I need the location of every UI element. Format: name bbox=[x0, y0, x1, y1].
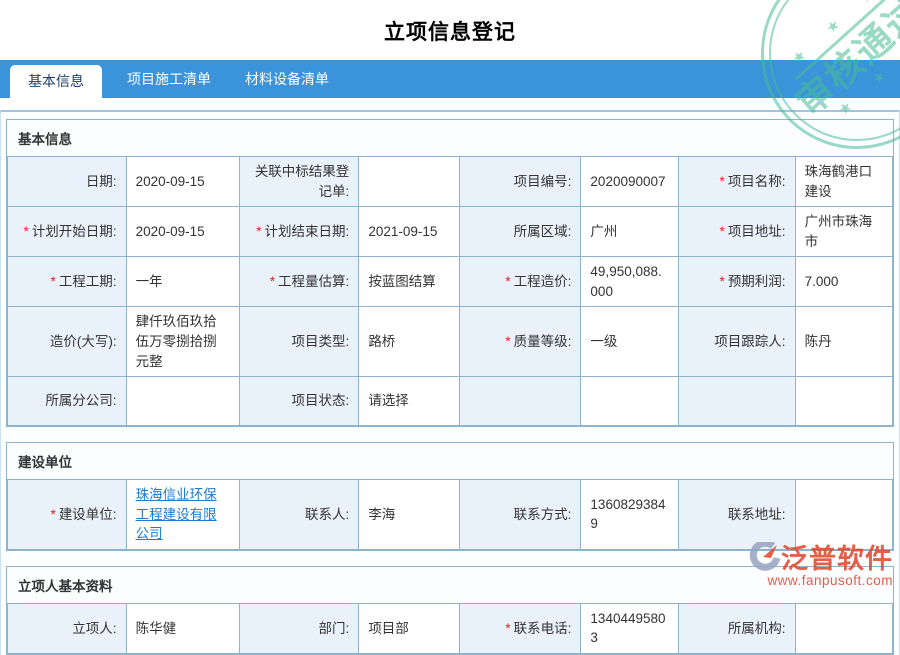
construction-unit-table: * 建设单位: 珠海信业环保工程建设有限公司 联系人: 李海 联系方式: 1360… bbox=[7, 479, 894, 550]
value-cost-in-words: 肆仟玖佰玖拾伍万零捌拾捌元整 bbox=[125, 306, 240, 378]
value-organization bbox=[794, 602, 894, 654]
value-plan-start-date: 2020-09-15 bbox=[125, 206, 240, 258]
label-empty-1 bbox=[459, 376, 582, 427]
tab-basic-info[interactable]: 基本信息 bbox=[10, 65, 102, 98]
value-construction-unit: 珠海信业环保工程建设有限公司 bbox=[125, 479, 240, 550]
value-initiator: 陈华健 bbox=[125, 602, 240, 654]
section-basic-info: 基本信息 日期: 2020-09-15 关联中标结果登记单: 项目编号: 202… bbox=[6, 119, 894, 428]
table-row: 日期: 2020-09-15 关联中标结果登记单: 项目编号: 20200900… bbox=[7, 155, 894, 208]
value-project-type: 路桥 bbox=[358, 306, 461, 378]
label-quantity-estimate: * 工程量估算: bbox=[238, 256, 360, 308]
table-row: * 建设单位: 珠海信业环保工程建设有限公司 联系人: 李海 联系方式: 1360… bbox=[7, 479, 894, 550]
label-plan-end-date: * 计划结束日期: bbox=[238, 206, 360, 258]
value-related-bid-result bbox=[358, 155, 461, 208]
section-initiator-info-title: 立项人基本资料 bbox=[7, 566, 893, 603]
value-project-tracker: 陈丹 bbox=[794, 306, 894, 378]
required-asterisk: * bbox=[505, 274, 511, 290]
value-empty-1 bbox=[580, 376, 679, 427]
value-project-status-select[interactable]: 请选择 bbox=[358, 376, 461, 427]
construction-unit-link[interactable]: 珠海信业环保工程建设有限公司 bbox=[136, 487, 217, 541]
value-branch-company bbox=[125, 376, 240, 427]
label-plan-start-date: * 计划开始日期: bbox=[7, 206, 127, 258]
value-empty-2 bbox=[794, 376, 894, 427]
value-project-name: 珠海鹤港口建设 bbox=[794, 155, 894, 208]
value-quantity-estimate: 按蓝图结算 bbox=[358, 256, 461, 308]
value-contact-address bbox=[794, 479, 894, 550]
label-project-type: 项目类型: bbox=[238, 306, 360, 378]
label-contact-address: 联系地址: bbox=[677, 479, 796, 550]
basic-info-table: 日期: 2020-09-15 关联中标结果登记单: 项目编号: 20200900… bbox=[7, 155, 894, 427]
value-project-cost: 49,950,088.000 bbox=[580, 256, 679, 308]
label-construction-unit: * 建设单位: bbox=[7, 479, 127, 550]
section-construction-unit-title: 建设单位 bbox=[7, 443, 893, 480]
value-date: 2020-09-15 bbox=[125, 155, 240, 208]
value-project-address: 广州市珠海市 bbox=[794, 206, 894, 258]
required-asterisk: * bbox=[719, 223, 725, 239]
value-expected-profit: 7.000 bbox=[794, 256, 894, 308]
page-title: 立项信息登记 bbox=[384, 21, 516, 44]
label-contact-phone: * 联系电话: bbox=[459, 602, 582, 654]
required-asterisk: * bbox=[719, 274, 725, 290]
label-department: 部门: bbox=[238, 602, 360, 654]
label-expected-profit: * 预期利润: bbox=[677, 256, 796, 308]
label-date: 日期: bbox=[7, 155, 127, 208]
label-branch-company: 所属分公司: bbox=[7, 376, 127, 427]
value-contact-way: 13608293849 bbox=[580, 479, 679, 550]
value-construction-period: 一年 bbox=[125, 256, 240, 308]
table-row: * 计划开始日期: 2020-09-15 * 计划结束日期: 2021-09-15 … bbox=[7, 206, 894, 258]
required-asterisk: * bbox=[23, 223, 29, 239]
initiator-info-table: 立项人: 陈华健 部门: 项目部 * 联系电话: 13404495803 所属机构… bbox=[7, 602, 894, 654]
label-region: 所属区域: bbox=[459, 206, 582, 258]
label-quality-grade: * 质量等级: bbox=[459, 306, 582, 378]
table-row: * 工程工期: 一年 * 工程量估算: 按蓝图结算 * 工程造价: 49,950,08… bbox=[7, 256, 894, 308]
value-project-number: 2020090007 bbox=[580, 155, 679, 208]
required-asterisk: * bbox=[256, 223, 262, 239]
value-contact-phone: 13404495803 bbox=[580, 602, 679, 654]
label-project-name: * 项目名称: bbox=[677, 155, 796, 208]
label-project-tracker: 项目跟踪人: bbox=[677, 306, 796, 378]
required-asterisk: * bbox=[269, 274, 276, 290]
value-plan-end-date: 2021-09-15 bbox=[358, 206, 461, 258]
table-row: 造价(大写): 肆仟玖佰玖拾伍万零捌拾捌元整 项目类型: 路桥 * 质量等级: 一… bbox=[7, 306, 894, 378]
label-initiator: 立项人: bbox=[7, 602, 127, 654]
label-construction-period: * 工程工期: bbox=[7, 256, 127, 308]
section-basic-info-title: 基本信息 bbox=[7, 120, 893, 156]
label-project-status: 项目状态: bbox=[238, 376, 360, 427]
required-asterisk: * bbox=[719, 173, 725, 189]
required-asterisk: * bbox=[505, 620, 511, 636]
label-contact-person: 联系人: bbox=[238, 479, 360, 550]
table-row: 立项人: 陈华健 部门: 项目部 * 联系电话: 13404495803 所属机构… bbox=[7, 602, 894, 654]
label-project-cost: * 工程造价: bbox=[459, 256, 582, 308]
label-empty-2 bbox=[677, 376, 796, 427]
table-row: 所属分公司: 项目状态: 请选择 bbox=[7, 376, 894, 427]
required-asterisk: * bbox=[505, 333, 511, 349]
tab-bar: 基本信息 项目施工清单 材料设备清单 bbox=[0, 60, 900, 98]
value-quality-grade: 一级 bbox=[580, 306, 679, 378]
label-cost-in-words: 造价(大写): bbox=[7, 306, 127, 378]
value-contact-person: 李海 bbox=[358, 479, 461, 550]
tab-material-equipment-list[interactable]: 材料设备清单 bbox=[228, 60, 346, 98]
label-contact-way: 联系方式: bbox=[459, 479, 582, 550]
label-project-address: * 项目地址: bbox=[677, 206, 796, 258]
tab-construction-list[interactable]: 项目施工清单 bbox=[110, 60, 228, 98]
label-organization: 所属机构: bbox=[677, 602, 796, 654]
required-asterisk: * bbox=[50, 506, 56, 522]
required-asterisk: * bbox=[50, 274, 56, 290]
section-construction-unit: 建设单位 * 建设单位: 珠海信业环保工程建设有限公司 联系人: 李海 联系方式:… bbox=[6, 442, 894, 551]
form-content: 基本信息 日期: 2020-09-15 关联中标结果登记单: 项目编号: 202… bbox=[0, 110, 900, 655]
value-region: 广州 bbox=[580, 206, 679, 258]
label-related-bid-result: 关联中标结果登记单: bbox=[238, 155, 360, 208]
section-initiator-info: 立项人基本资料 立项人: 陈华健 部门: 项目部 * 联系电话: 13404495… bbox=[6, 565, 894, 655]
value-department: 项目部 bbox=[358, 602, 461, 654]
label-project-number: 项目编号: bbox=[459, 155, 582, 208]
